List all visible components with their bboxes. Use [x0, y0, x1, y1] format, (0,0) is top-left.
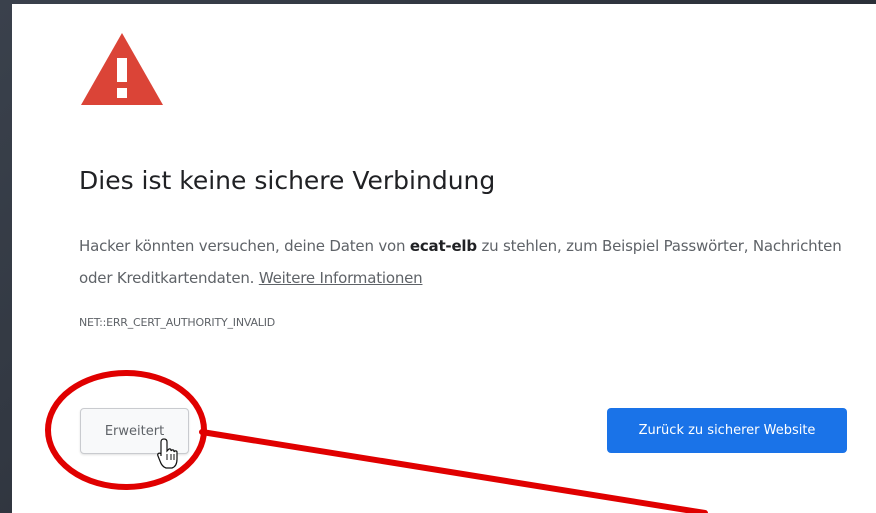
host-name: ecat-elb: [409, 237, 477, 255]
back-button-label: Zurück zu sicherer Website: [638, 423, 816, 438]
description-text-start: Hacker könnten versuchen, deine Daten vo…: [79, 237, 410, 255]
more-info-link[interactable]: Weitere Informationen: [259, 269, 423, 287]
back-to-safety-button[interactable]: Zurück zu sicherer Website: [607, 408, 847, 453]
warning-triangle-icon: [81, 33, 163, 105]
page-title: Dies ist keine sichere Verbindung: [79, 166, 496, 195]
advanced-button[interactable]: Erweitert: [80, 408, 189, 454]
error-code: NET::ERR_CERT_AUTHORITY_INVALID: [79, 316, 276, 329]
screenshot-frame: Dies ist keine sichere Verbindung Hacker…: [0, 0, 876, 513]
advanced-button-label: Erweitert: [104, 423, 165, 439]
interstitial-page: Dies ist keine sichere Verbindung Hacker…: [12, 4, 876, 513]
warning-description: Hacker könnten versuchen, deine Daten vo…: [79, 230, 859, 294]
